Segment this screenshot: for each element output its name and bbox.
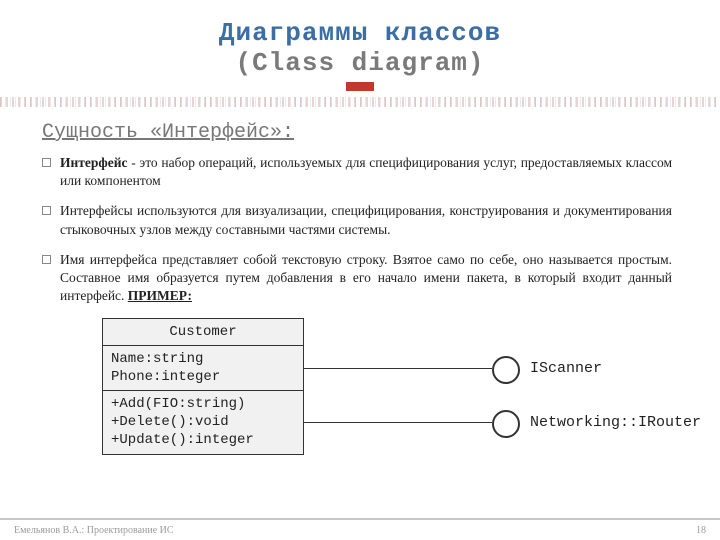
connector-line (304, 368, 492, 369)
example-label: ПРИМЕР: (128, 288, 192, 303)
class-op: +Delete():void (111, 413, 295, 431)
bullet-text: Интерфейсы используются для визуализации… (60, 203, 672, 236)
class-attributes-cell: Name:string Phone:integer (103, 346, 303, 391)
slide-title-sub: (Class diagram) (0, 48, 720, 78)
class-box: Customer Name:string Phone:integer +Add(… (102, 318, 304, 455)
class-attr: Phone:integer (111, 368, 295, 386)
class-op: +Update():integer (111, 431, 295, 449)
interface-label: Networking::IRouter (530, 414, 701, 431)
class-operations-cell: +Add(FIO:string) +Delete():void +Update(… (103, 391, 303, 454)
page-number: 18 (696, 525, 706, 536)
section-title-colon: : (282, 121, 294, 144)
interface-circle-icon (492, 356, 520, 384)
class-op: +Add(FIO:string) (111, 395, 295, 413)
section-title: Сущность «Интерфейс»: (42, 121, 678, 144)
list-item: Имя интерфейса представляет собой тексто… (60, 251, 672, 306)
section-title-text: Сущность «Интерфейс» (42, 121, 282, 144)
interface-circle-icon (492, 410, 520, 438)
bullet-text: - это набор операций, используемых для с… (60, 155, 672, 188)
list-item: Интерфейсы используются для визуализации… (60, 202, 672, 238)
list-item: Интерфейс - это набор операций, использу… (60, 154, 672, 190)
class-name-cell: Customer (103, 319, 303, 346)
interface-label: IScanner (530, 360, 602, 377)
class-diagram: Customer Name:string Phone:integer +Add(… (42, 318, 678, 478)
slide-title-main: Диаграммы классов (0, 18, 720, 48)
decorative-band (0, 97, 720, 107)
connector-line (304, 422, 492, 423)
bullet-list: Интерфейс - это набор операций, использу… (42, 154, 678, 306)
accent-bar (346, 82, 374, 91)
lead-bold: Интерфейс (60, 155, 128, 170)
footer-author: Емельянов В.А.: Проектирование ИС (14, 525, 174, 536)
class-attr: Name:string (111, 350, 295, 368)
slide-footer: Емельянов В.А.: Проектирование ИС 18 (0, 518, 720, 540)
